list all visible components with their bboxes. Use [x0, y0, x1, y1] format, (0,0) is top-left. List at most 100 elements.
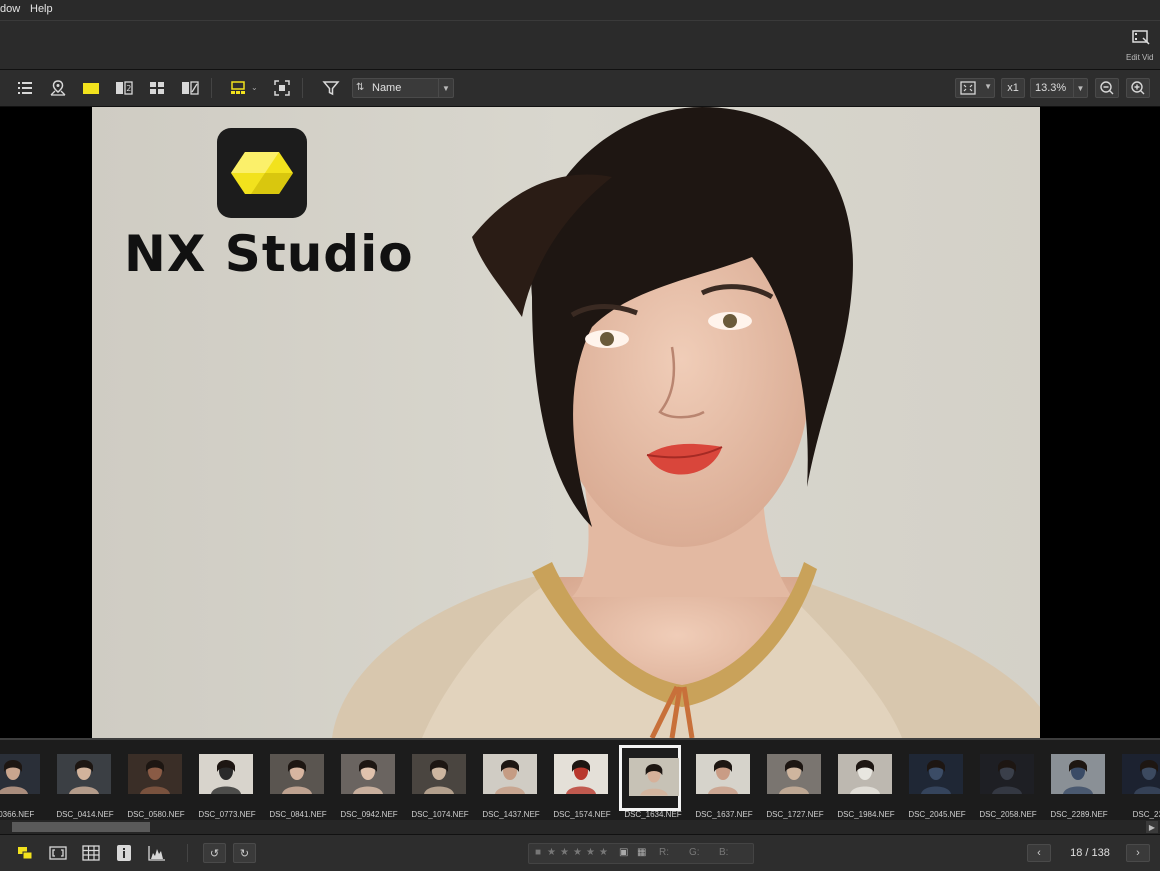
menu-window[interactable]: dow [0, 3, 20, 15]
filmstrip-layout-icon [231, 81, 245, 94]
filmstrip-thumbnail[interactable]: DSC_1074.NEF [404, 744, 476, 819]
filmstrip-thumbnail[interactable]: DSC_0773.NEF [191, 744, 263, 819]
edit-video-label: Edit Vid [1126, 53, 1154, 62]
zoom-level-select[interactable]: 13.3% ▼ [1030, 78, 1088, 98]
filmstrip-thumbnail[interactable]: DSC_2045.NEF [901, 744, 973, 819]
info-icon [117, 845, 131, 861]
svg-text:2: 2 [126, 84, 131, 93]
rating-panel: ■ ★ ★ ★ ★ ★ ▣ ▦ R: G: B: [528, 843, 754, 864]
chevron-down-icon: ▼ [1073, 79, 1087, 97]
label-square-icon[interactable]: ▣ [619, 847, 628, 858]
filmstrip-thumbnail[interactable]: DSC_1637.NEF [688, 744, 760, 819]
thumbnail-image [629, 758, 679, 796]
rotate-left-button[interactable]: ↺ [203, 843, 226, 863]
thumbnail-image [554, 754, 608, 794]
filmstrip-thumbnail[interactable]: DSC_1574.NEF [546, 744, 618, 819]
main-photo[interactable]: NX Studio [92, 107, 1040, 738]
zoom-in-button[interactable] [1126, 78, 1150, 98]
star-icon[interactable]: ★ [573, 847, 582, 858]
thumbnail-filename: DSC_1634.NEF [624, 810, 682, 819]
viewer-toolbar: 2 ⌄ ⇅ Name ▼ ▼ x1 13.3% ▼ [0, 70, 1160, 107]
thumbnail-filename: DSC_232 [1132, 810, 1160, 819]
label-frame-icon[interactable]: ▦ [637, 847, 646, 858]
thumbnail-image [0, 754, 40, 794]
thumbnail-image [483, 754, 537, 794]
menu-help[interactable]: Help [30, 3, 53, 15]
rotate-left-icon: ↺ [209, 847, 220, 860]
filmstrip: _0366.NEF DSC_0414.NEF DSC_0580.NEF DSC_077… [0, 738, 1160, 836]
filmstrip-thumbnail[interactable]: DSC_2289.NEF [1043, 744, 1115, 819]
filmstrip-thumbnail[interactable]: DSC_1727.NEF [759, 744, 831, 819]
zoom-in-icon [1131, 81, 1145, 95]
chevron-down-icon[interactable]: ⌄ [251, 83, 258, 92]
thumbnail-filename: DSC_0414.NEF [56, 810, 114, 819]
thumbnail-image [341, 754, 395, 794]
histogram-icon [148, 846, 165, 861]
list-view-button[interactable] [14, 77, 36, 99]
star-icon[interactable]: ★ [599, 847, 608, 858]
image-counter: 18 / 138 [1070, 847, 1110, 859]
sort-order-select[interactable]: ⇅ Name ▼ [352, 78, 454, 98]
thumbnail-filename: DSC_2045.NEF [908, 810, 966, 819]
zoom-out-button[interactable] [1095, 78, 1119, 98]
crop-view-button[interactable] [47, 843, 69, 863]
thumbnail-filename: DSC_2289.NEF [1050, 810, 1108, 819]
filmstrip-thumbnail[interactable]: DSC_1984.NEF [830, 744, 902, 819]
map-view-button[interactable] [47, 77, 69, 99]
previous-image-button[interactable]: ‹ [1027, 844, 1051, 862]
thumbnail-filename: DSC_2058.NEF [979, 810, 1037, 819]
single-frame-icon [83, 83, 99, 94]
star-icon[interactable]: ★ [560, 847, 569, 858]
protect-icon[interactable]: ■ [535, 847, 541, 858]
scroll-right-icon[interactable]: ▶ [1146, 821, 1158, 833]
nx-studio-logo [217, 128, 307, 218]
edit-video-button[interactable]: Edit Vid [1120, 27, 1160, 67]
image-viewer: NX Studio [0, 107, 1160, 738]
compare-view-button[interactable]: 2 [113, 77, 135, 99]
rgb-b-readout: B: [719, 847, 729, 858]
table-view-button[interactable] [80, 843, 102, 863]
full-screen-button[interactable] [271, 77, 293, 99]
scrollbar-thumb[interactable] [12, 822, 150, 832]
filmstrip-thumbnail[interactable]: _0366.NEF [0, 744, 50, 819]
info-button[interactable] [113, 843, 135, 863]
thumbnail-filename: DSC_1074.NEF [411, 810, 469, 819]
single-image-view-button[interactable] [80, 77, 102, 99]
thumbnail-image [909, 754, 963, 794]
histogram-button[interactable] [146, 843, 168, 863]
star-icon[interactable]: ★ [547, 847, 556, 858]
thumbnail-image [838, 754, 892, 794]
labels-button[interactable] [14, 843, 36, 863]
fullscreen-icon [274, 80, 290, 96]
thumbnail-image [57, 754, 111, 794]
zoom-100-button[interactable]: x1 [1001, 78, 1025, 98]
next-image-button[interactable]: › [1126, 844, 1150, 862]
fit-screen-icon [960, 81, 976, 95]
bottom-statusbar: ↺ ↻ ■ ★ ★ ★ ★ ★ ▣ ▦ R: G: B: ‹ 18 / 138 … [0, 834, 1160, 871]
list-icon [18, 82, 32, 94]
star-icon[interactable]: ★ [586, 847, 595, 858]
filmstrip-thumbnail[interactable]: DSC_0942.NEF [333, 744, 405, 819]
filmstrip-thumbnail[interactable]: DSC_232 [1114, 744, 1160, 819]
rotate-right-button[interactable]: ↻ [233, 843, 256, 863]
menu-bar: dow Help [0, 0, 1160, 21]
filmstrip-thumbnail[interactable]: DSC_0841.NEF [262, 744, 334, 819]
top-ribbon: Edit Vid [0, 21, 1160, 70]
before-after-view-button[interactable] [179, 77, 201, 99]
filmstrip-thumbnail[interactable]: DSC_2058.NEF [972, 744, 1044, 819]
filter-button[interactable] [320, 77, 342, 99]
filter-funnel-icon [322, 81, 340, 96]
thumbnail-image [1051, 754, 1105, 794]
grid-view-button[interactable] [146, 77, 168, 99]
rgb-r-readout: R: [659, 847, 669, 858]
thumbnail-filename: DSC_0841.NEF [269, 810, 327, 819]
thumbnail-filename: DSC_1637.NEF [695, 810, 753, 819]
filmstrip-layout-button[interactable] [227, 77, 249, 99]
filmstrip-thumbnail[interactable]: DSC_1437.NEF [475, 744, 547, 819]
filmstrip-thumbnail[interactable]: DSC_1634.NEF [617, 744, 689, 819]
filmstrip-thumbnail[interactable]: DSC_0580.NEF [120, 744, 192, 819]
filmstrip-thumbnail[interactable]: DSC_0414.NEF [49, 744, 121, 819]
filmstrip-scrollbar[interactable]: ▶ [0, 820, 1160, 834]
fit-to-screen-select[interactable]: ▼ [955, 78, 995, 98]
thumbnail-image [412, 754, 466, 794]
